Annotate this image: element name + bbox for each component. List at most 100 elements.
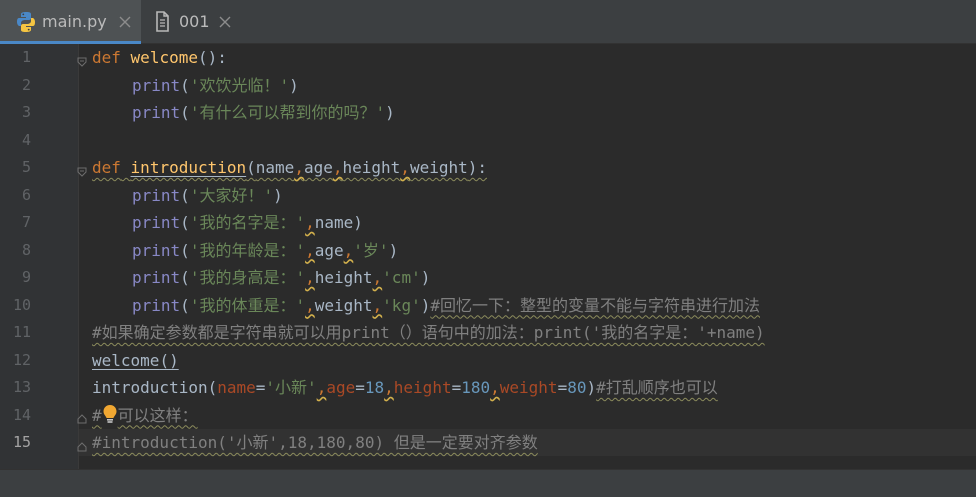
fold-marker-icon[interactable]	[77, 52, 87, 67]
python-file-icon	[16, 11, 36, 37]
builtin-print: print	[132, 213, 181, 232]
keyword-def: def	[92, 48, 121, 67]
code-punct: (	[207, 378, 218, 397]
code-punct: ()	[159, 350, 179, 370]
line-number: 12	[12, 350, 31, 369]
code-punct: (	[180, 268, 190, 287]
string-literal: '我的年龄是：'	[189, 240, 306, 260]
string-literal: '我的名字是：'	[189, 213, 306, 232]
code-line[interactable]: print('有什么可以帮到你的吗？')	[92, 99, 395, 126]
line-number-current: 15	[12, 433, 31, 451]
tab-label: main.py	[42, 12, 107, 31]
code-line[interactable]: print('我的体重是：',weight,'kg')#回忆一下：整型的变量不能…	[92, 292, 760, 319]
number-literal: 80	[567, 378, 587, 397]
comment: #introduction('小新',18,180,80) 但是一定要对齐参数	[92, 433, 538, 452]
code-line[interactable]: def introduction(name,age,height,weight)…	[92, 154, 487, 181]
line-number: 7	[21, 213, 31, 231]
variable: height	[314, 268, 373, 287]
variable: name	[314, 213, 354, 232]
comment: #	[92, 405, 102, 425]
editor-bottom-strip	[0, 469, 976, 497]
code-line[interactable]: #如果确定参数都是字符串就可以用print（）语句中的加法：print('我的名…	[92, 319, 765, 346]
code-line[interactable]: print('我的名字是：',name)	[92, 209, 363, 236]
named-argument: name	[217, 378, 256, 397]
fold-marker-icon[interactable]	[77, 437, 87, 452]
line-number: 8	[21, 240, 31, 259]
function-name: introduction	[130, 158, 247, 177]
builtin-print: print	[132, 103, 181, 122]
text-file-icon	[154, 11, 170, 37]
parameter: weight	[409, 158, 468, 177]
builtin-print: print	[132, 185, 181, 205]
code-line[interactable]: welcome()	[92, 347, 179, 374]
comment: #回忆一下：整型的变量不能与字符串进行加法	[430, 295, 760, 315]
code-editor-window: main.py 001 1 2 3 4 5 6 7 8 9 10 11 12 1…	[0, 0, 976, 497]
string-literal: 'kg'	[382, 295, 421, 315]
close-icon[interactable]	[116, 13, 134, 31]
code-punct: )	[420, 295, 431, 315]
line-number: 2	[21, 75, 31, 94]
code-line[interactable]: print('我的身高是：',height,'cm')	[92, 264, 430, 291]
fold-marker-icon[interactable]	[77, 409, 87, 424]
code-punct: (	[180, 240, 190, 260]
line-number: 13	[12, 378, 31, 396]
parameter: age	[303, 158, 333, 177]
line-number: 10	[12, 295, 31, 314]
code-punct: ():	[197, 48, 227, 67]
code-line[interactable]: def welcome():	[92, 44, 227, 71]
string-literal: '我的体重是：'	[189, 295, 306, 315]
variable: age	[314, 240, 344, 260]
code-line-current[interactable]: #introduction('小新',18,180,80) 但是一定要对齐参数	[92, 429, 538, 456]
close-icon[interactable]	[216, 13, 234, 31]
keyword-def: def	[92, 158, 121, 177]
string-literal: 'cm'	[382, 268, 421, 287]
code-punct: (	[180, 295, 190, 315]
code-punct: )	[388, 240, 399, 260]
named-argument: age	[326, 378, 356, 397]
tab-main-py[interactable]: main.py	[0, 0, 141, 44]
code-line[interactable]: print('大家好！')	[92, 182, 283, 209]
string-literal: '我的身高是：'	[189, 268, 306, 287]
variable: weight	[314, 295, 373, 315]
line-number: 1	[21, 48, 31, 66]
code-line[interactable]: introduction(name='小新',age=18,height=180…	[92, 374, 718, 401]
string-literal: '有什么可以帮到你的吗？'	[189, 103, 386, 122]
number-literal: 180	[461, 378, 491, 397]
fold-marker-icon[interactable]	[77, 162, 87, 177]
line-number: 6	[21, 185, 31, 204]
code-punct: )	[385, 103, 395, 122]
parameter: name	[255, 158, 295, 177]
code-punct: (	[180, 75, 190, 95]
named-argument: weight	[499, 378, 558, 397]
function-call: introduction	[92, 378, 208, 397]
line-number: 9	[21, 268, 31, 286]
code-line[interactable]: print('我的年龄是：',age,'岁')	[92, 237, 398, 264]
line-number: 4	[21, 130, 31, 149]
code-punct: )	[420, 268, 431, 287]
gutter-divider	[78, 44, 79, 469]
tab-label: 001	[179, 12, 210, 31]
code-punct: (	[180, 213, 190, 232]
comment: #如果确定参数都是字符串就可以用print（）语句中的加法：print('我的名…	[92, 323, 765, 342]
line-number: 11	[12, 323, 31, 341]
editor-tab-bar: main.py 001	[0, 0, 976, 44]
string-literal: '大家好！'	[189, 185, 274, 205]
code-punct: )	[353, 213, 363, 232]
tab-001[interactable]: 001	[141, 0, 271, 44]
string-literal: '欢饮光临！'	[189, 75, 290, 95]
line-number: 3	[21, 103, 31, 121]
code-punct: (	[180, 185, 190, 205]
code-punct: )	[586, 378, 597, 397]
code-punct: )	[273, 185, 283, 205]
code-area[interactable]: 1 2 3 4 5 6 7 8 9 10 11 12 13 14 15 def …	[0, 44, 976, 469]
lightbulb-icon[interactable]	[102, 404, 118, 424]
builtin-print: print	[132, 295, 181, 315]
named-argument: height	[393, 378, 452, 397]
string-literal: '小新'	[265, 378, 317, 397]
parameter: height	[342, 158, 401, 177]
code-line[interactable]: print('欢饮光临！')	[92, 72, 299, 99]
code-punct: (	[180, 103, 190, 122]
code-line[interactable]: # 可以这样：	[92, 402, 198, 429]
line-number: 14	[12, 405, 31, 424]
string-literal: '岁'	[353, 240, 389, 260]
